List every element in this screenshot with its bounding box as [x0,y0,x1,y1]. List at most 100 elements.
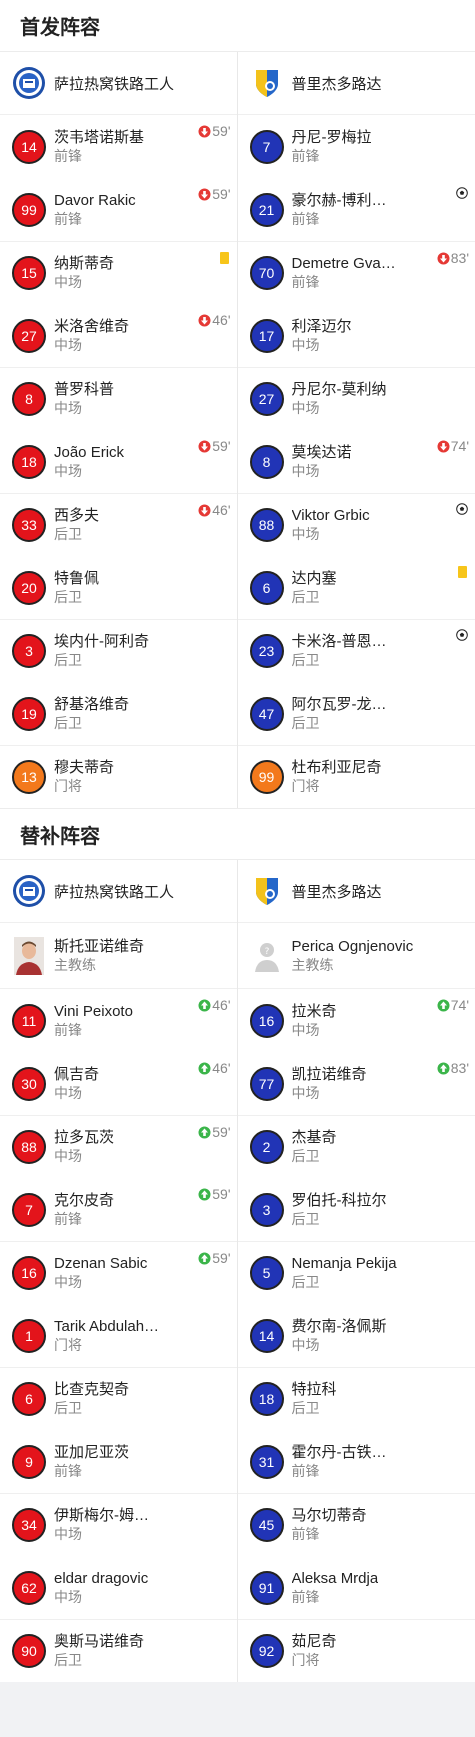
player-row[interactable]: 5 Nemanja Pekija 后卫 [237,1241,475,1304]
player-row[interactable]: 91 Aleksa Mrdja 前锋 [238,1556,475,1619]
player-row[interactable]: 8 莫埃达诺 中场 74' [238,430,475,493]
player-name: Vini Peixoto [54,1002,133,1020]
substitution-in-event: 46' [198,1060,231,1076]
away-coach-row[interactable]: ? Perica Ognjenovic 主教练 [237,923,475,989]
player-position: 前锋 [291,1526,320,1542]
player-row[interactable]: 70 Demetre Gva… 前锋 83' [237,241,475,304]
away-team-header-subs[interactable]: 普里杰多路达 [237,860,475,923]
player-row[interactable]: 9 亚加尼亚茨 前锋 [0,1430,237,1493]
jersey-number-badge: 8 [249,444,284,479]
player-position: 中场 [54,1526,82,1542]
player-row[interactable]: 19 舒基洛维奇 后卫 [0,682,237,745]
player-row[interactable]: 18 特拉科 后卫 [237,1367,475,1430]
substitution-out-event: 46' [198,502,231,518]
player-info: 普罗科普 中场 [54,380,114,418]
player-row[interactable]: 2 杰基奇 后卫 [237,1115,475,1178]
jersey-number-badge: 6 [249,570,284,605]
jersey-number-badge: 15 [12,256,46,290]
substitution-in-event: 59' [198,1186,231,1202]
player-name: 特拉科 [291,1381,337,1398]
player-row[interactable]: 23 卡米洛-普恩… 后卫 [237,619,475,682]
player-info: eldar dragovic 中场 [54,1569,148,1607]
player-row[interactable]: 45 马尔切蒂奇 前锋 [237,1493,475,1556]
player-name: 杜布利亚尼奇 [291,759,382,776]
player-row[interactable]: 90 奥斯马诺维奇 后卫 [0,1619,237,1682]
player-name: Tarik Abdulah… [54,1317,160,1335]
player-row[interactable]: 8 普罗科普 中场 [0,367,237,430]
player-row[interactable]: 99 杜布利亚尼奇 门将 [237,745,475,808]
player-row[interactable]: 99 Davor Rakic 前锋 59' [0,178,237,241]
substitution-in-event: 83' [437,1060,469,1076]
sub-out-arrow-icon [437,252,450,264]
player-position: 中场 [54,274,82,290]
player-row[interactable]: 27 米洛舍维奇 中场 46' [0,304,237,367]
player-row[interactable]: 20 特鲁佩 后卫 [0,556,237,619]
away-subs-list: 16 拉米奇 中场 74' 77 凯拉诺维奇 中场 83' 2 杰基奇 后卫 3 罗伯托-科拉尔 后卫 5 N… [237,989,475,1682]
player-row[interactable]: 14 费尔南-洛佩斯 中场 [238,1304,475,1367]
player-info: Dzenan Sabic 中场 [54,1254,147,1292]
player-row[interactable]: 1 Tarik Abdulah… 门将 [0,1304,237,1367]
player-info: 拉米奇 中场 [292,1002,337,1040]
away-team-header[interactable]: 普里杰多路达 [237,52,475,115]
player-row[interactable]: 30 佩吉奇 中场 46' [0,1052,237,1115]
player-position: 后卫 [291,1210,320,1227]
home-team-header-subs[interactable]: 萨拉热窝铁路工人 [0,860,237,923]
player-row[interactable]: 13 穆夫蒂奇 门将 [0,745,237,808]
player-position: 中场 [54,1274,82,1290]
player-row[interactable]: 77 凯拉诺维奇 中场 83' [238,1052,475,1115]
home-team-header[interactable]: 萨拉热窝铁路工人 [0,52,237,115]
jersey-number-badge: 99 [12,192,46,227]
player-row[interactable]: 16 拉米奇 中场 74' [238,989,475,1052]
player-row[interactable]: 92 茹尼奇 门将 [237,1619,475,1682]
substitution-minute: 59' [212,438,231,454]
player-row[interactable]: 7 丹尼-罗梅拉 前锋 [238,115,475,178]
home-team-name: 萨拉热窝铁路工人 [54,75,175,93]
player-row[interactable]: 34 伊斯梅尔-姆… 中场 [0,1493,237,1556]
player-position: 前锋 [54,147,82,164]
player-row[interactable]: 47 阿尔瓦罗-龙… 后卫 [238,682,475,745]
sub-out-arrow-icon [198,504,211,516]
player-info: 霍尔丹-古铁… 前锋 [292,1443,387,1481]
player-info: 杜布利亚尼奇 门将 [292,758,382,796]
player-row[interactable]: 15 纳斯蒂奇 中场 [0,241,237,304]
player-position: 中场 [291,462,320,479]
player-name: 费尔南-洛佩斯 [291,1317,387,1335]
player-row[interactable]: 33 西多夫 后卫 46' [0,493,237,556]
player-row[interactable]: 88 Viktor Grbic 中场 [237,493,475,556]
substitution-minute: 59' [212,1250,231,1266]
away-team-name: 普里杰多路达 [291,75,382,93]
home-subs-list: 11 Vini Peixoto 前锋 46' 30 佩吉奇 中场 46' 88 拉多瓦茨 中场 59'… [0,989,237,1682]
player-row[interactable]: 6 比查克契奇 后卫 [0,1367,237,1430]
player-row[interactable]: 6 达内塞 后卫 [238,556,475,619]
player-info: 米洛舍维奇 中场 [54,317,129,355]
jersey-number-badge: 92 [249,1634,284,1668]
player-row[interactable]: 16 Dzenan Sabic 中场 59' [0,1241,237,1304]
player-row[interactable]: 27 丹尼尔-莫利纳 中场 [237,367,475,430]
player-row[interactable]: 11 Vini Peixoto 前锋 46' [0,989,237,1052]
player-row[interactable]: 18 João Erick 中场 59' [0,430,237,493]
player-name: 西多夫 [54,507,100,524]
player-row[interactable]: 7 克尔皮奇 前锋 59' [0,1178,237,1241]
home-coach-row[interactable]: 斯托亚诺维奇 主教练 [0,923,237,989]
player-position: 前锋 [291,1588,320,1605]
player-row[interactable]: 3 埃内什-阿利奇 后卫 [0,619,237,682]
home-team-name: 萨拉热窝铁路工人 [54,883,175,901]
player-row[interactable]: 14 茨韦塔诺斯基 前锋 59' [0,115,237,178]
sub-out-arrow-icon [198,125,211,137]
jersey-number-badge: 7 [249,129,284,164]
player-info: 罗伯托-科拉尔 后卫 [292,1191,387,1229]
player-row[interactable]: 62 eldar dragovic 中场 [0,1556,237,1619]
player-name: Dzenan Sabic [54,1255,148,1272]
player-info: 茨韦塔诺斯基 前锋 [54,128,144,166]
player-row[interactable]: 31 霍尔丹-古铁… 前锋 [238,1430,475,1493]
player-info: 伊斯梅尔-姆… 中场 [54,1506,149,1544]
player-row[interactable]: 17 利泽迈尔 中场 [238,304,475,367]
player-info: Vini Peixoto 前锋 [54,1002,133,1040]
player-position: 前锋 [54,1021,82,1038]
player-name: 霍尔丹-古铁… [291,1443,387,1461]
player-row[interactable]: 88 拉多瓦茨 中场 59' [0,1115,237,1178]
substitution-minute: 74' [450,438,469,454]
player-row[interactable]: 3 罗伯托-科拉尔 后卫 [238,1178,475,1241]
player-info: 西多夫 后卫 [54,506,99,544]
player-row[interactable]: 21 豪尔赫-博利… 前锋 [238,178,475,241]
